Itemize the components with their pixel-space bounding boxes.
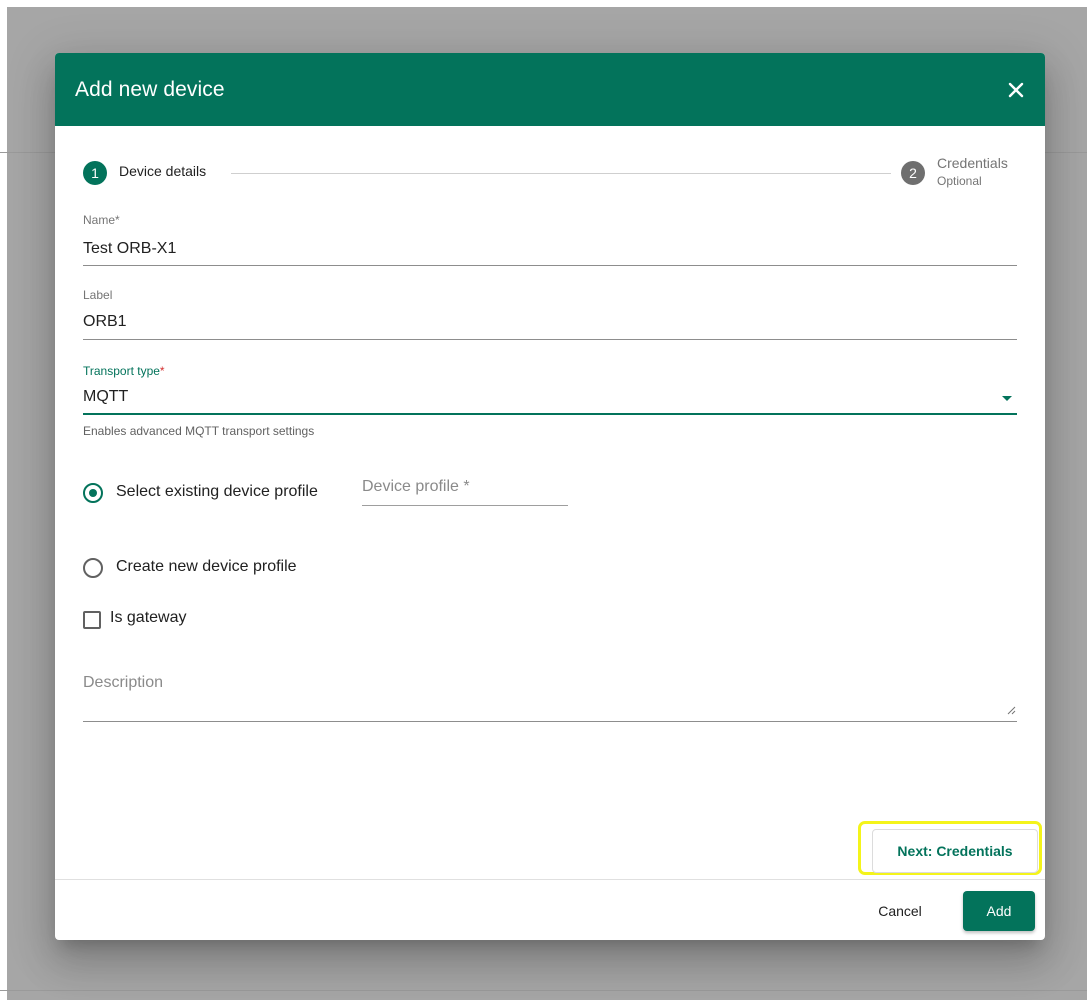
required-mark: * (115, 213, 120, 227)
close-button[interactable] (1001, 75, 1031, 105)
radio-create-new-profile[interactable] (83, 558, 103, 578)
create-new-profile-label[interactable]: Create new device profile (116, 558, 297, 576)
is-gateway-checkbox[interactable] (83, 611, 101, 629)
add-button[interactable]: Add (963, 891, 1035, 931)
transport-hint: Enables advanced MQTT transport settings (83, 424, 315, 438)
transport-label-text: Transport type (83, 364, 160, 378)
step-2-sublabel: Optional (937, 174, 982, 188)
transport-type-label: Transport type* (83, 364, 165, 378)
select-existing-profile-label[interactable]: Select existing device profile (116, 483, 318, 501)
label-field-label: Label (83, 288, 113, 302)
dialog-header: Add new device (55, 53, 1045, 126)
transport-type-select[interactable]: MQTT (83, 388, 128, 406)
radio-select-existing-profile[interactable] (83, 483, 103, 503)
name-underline (83, 265, 1017, 266)
name-label-text: Name (83, 213, 116, 227)
caret-down-icon[interactable] (1000, 393, 1014, 403)
name-input[interactable]: Test ORB-X1 (83, 240, 176, 258)
backdrop-top-edge (0, 0, 1087, 7)
required-mark: * (159, 364, 165, 378)
step-1-indicator[interactable]: 1 (83, 161, 107, 185)
footer-divider (55, 879, 1045, 880)
description-textarea[interactable]: Description (83, 674, 163, 692)
step-2-label[interactable]: Credentials (937, 155, 1008, 171)
step-1-label[interactable]: Device details (119, 163, 206, 179)
device-profile-input[interactable]: Device profile * (362, 478, 470, 496)
dialog-title: Add new device (75, 78, 225, 101)
step-2-indicator[interactable]: 2 (901, 161, 925, 185)
transport-underline (83, 413, 1017, 415)
resize-handle-icon[interactable] (1006, 705, 1016, 715)
name-field-label: Name* (83, 213, 120, 227)
is-gateway-label[interactable]: Is gateway (110, 609, 186, 627)
stepper-connector (231, 173, 891, 174)
label-underline (83, 339, 1017, 340)
add-device-dialog: Add new device 1 Device details 2 Creden… (55, 53, 1045, 940)
close-icon (1008, 82, 1024, 98)
cancel-button[interactable]: Cancel (852, 893, 948, 929)
next-credentials-button[interactable]: Next: Credentials (872, 829, 1038, 873)
description-underline (83, 721, 1017, 722)
backdrop-divider-bottom (0, 990, 1087, 991)
device-profile-underline (362, 505, 568, 506)
label-input[interactable]: ORB1 (83, 313, 127, 331)
backdrop-left-edge (0, 0, 7, 1000)
